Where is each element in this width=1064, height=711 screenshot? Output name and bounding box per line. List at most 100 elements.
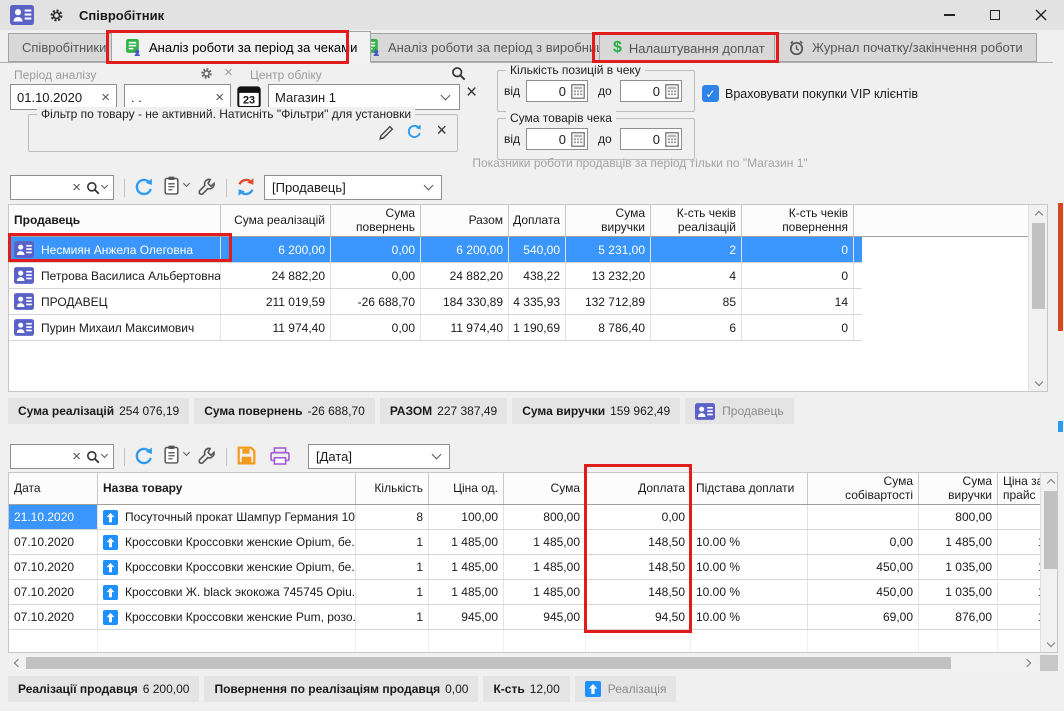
summary-badge: Сума реалізацій254 076,19 [8, 398, 189, 424]
seller-row[interactable]: Пурин Михаил Максимович 11 974,40 0,00 1… [9, 315, 862, 341]
date-from-clear-icon[interactable]: × [95, 90, 116, 105]
store-value: Магазин 1 [269, 90, 442, 105]
column-header[interactable]: Дата [9, 473, 98, 504]
scroll-up-button[interactable] [1041, 473, 1058, 489]
column-header[interactable]: К-сть чеків реалізацій [651, 205, 742, 236]
table-cell: 148,50 [586, 580, 691, 604]
sum-to-input[interactable]: 0 [620, 128, 682, 150]
minimize-button[interactable] [926, 0, 972, 30]
column-header[interactable]: Сума собівартості [808, 473, 919, 504]
column-header[interactable]: Доплата [509, 205, 566, 236]
vertical-scrollbar[interactable] [1040, 473, 1058, 652]
tab-analysis-production[interactable]: Аналіз роботи за період з виробництва [350, 33, 638, 62]
clipboard-button[interactable] [163, 445, 189, 464]
tab-work-journal[interactable]: Журнал початку/закінчення роботи [774, 33, 1037, 62]
person-icon [14, 293, 34, 310]
sum-from-input[interactable]: 0 [526, 128, 588, 150]
column-header[interactable]: Ціна за прайс [998, 473, 1041, 504]
calendar-icon: 23 [237, 85, 261, 109]
scroll-left-button[interactable] [8, 655, 24, 671]
gear-icon[interactable] [49, 8, 64, 23]
refresh-filter-button[interactable] [406, 123, 423, 143]
tab-label: Налаштування доплат [629, 41, 765, 56]
refresh-icon [134, 446, 154, 466]
details-group-by-select[interactable]: [Дата] [308, 444, 450, 469]
table-cell: 6 200,00 [221, 237, 331, 262]
print-button[interactable] [270, 447, 290, 465]
scroll-right-button[interactable] [1020, 655, 1036, 671]
sellers-summary-bar: Сума реалізацій254 076,19 Сума повернень… [8, 398, 794, 424]
search-icon[interactable] [86, 450, 100, 464]
close-button[interactable] [1018, 0, 1064, 30]
group-by-value: [Продавець] [265, 180, 425, 195]
column-header[interactable]: Сума [504, 473, 586, 504]
positions-group-title: Кількість позицій в чеку [506, 63, 645, 77]
refresh-grouping-button[interactable] [236, 177, 256, 197]
scroll-down-button[interactable] [1041, 636, 1058, 652]
search-input[interactable]: × [10, 175, 114, 200]
detail-row[interactable]: 21.10.2020 Посуточный прокат Шампур Герм… [9, 505, 1041, 530]
column-header[interactable]: Разом [421, 205, 509, 236]
column-header[interactable]: Ціна од. [429, 473, 504, 504]
detail-row[interactable]: 07.10.2020 Кроссовки Кроссовки женские P… [9, 605, 1041, 630]
detail-row[interactable]: 07.10.2020 Кроссовки Кроссовки женские O… [9, 530, 1041, 555]
refresh-button[interactable] [134, 446, 154, 466]
scrollbar-thumb[interactable] [1032, 223, 1045, 309]
clear-search-icon[interactable]: × [69, 180, 84, 195]
scroll-down-button[interactable] [1029, 375, 1048, 391]
horizontal-scrollbar[interactable] [8, 655, 1038, 671]
column-header[interactable]: Назва товару [98, 473, 356, 504]
search-icon[interactable] [451, 66, 466, 84]
vip-checkbox-label: Враховувати покупки VIP клієнтів [725, 87, 918, 101]
period-clear-icon[interactable]: × [224, 64, 233, 81]
tab-surcharge-settings[interactable]: $ Налаштування доплат [599, 34, 779, 62]
settings-wrench-button[interactable] [198, 178, 216, 196]
chevron-down-icon [432, 450, 442, 460]
sellers-group-by-select[interactable]: [Продавець] [264, 175, 442, 200]
column-header[interactable]: Продавець [9, 205, 221, 236]
vip-checkbox[interactable]: ✓ [702, 85, 719, 102]
maximize-button[interactable] [972, 0, 1018, 30]
column-header[interactable]: Сума виручки [566, 205, 651, 236]
column-header[interactable]: К-сть чеків повернення [742, 205, 854, 236]
positions-from-input[interactable]: 0 [526, 80, 588, 102]
column-header[interactable]: Сума реалізацій [221, 205, 331, 236]
tab-employees[interactable]: Співробітники [8, 33, 120, 62]
edit-filter-button[interactable] [378, 124, 395, 144]
scroll-up-button[interactable] [1029, 205, 1048, 221]
column-header[interactable]: Сума виручки [919, 473, 998, 504]
clear-search-icon[interactable]: × [69, 449, 84, 464]
positions-to-input[interactable]: 0 [620, 80, 682, 102]
tab-analysis-checks[interactable]: Аналіз роботи за період за чеками [111, 31, 371, 63]
calculator-icon [665, 132, 679, 147]
column-header[interactable]: Сума повернень [331, 205, 421, 236]
table-cell: 5 231,00 [566, 237, 651, 262]
calculator-icon [571, 132, 585, 147]
seller-row-selected[interactable]: Несмиян Анжела Олеговна 6 200,00 0,00 6 … [9, 237, 862, 263]
clipboard-button[interactable] [163, 176, 189, 195]
column-header[interactable]: Кількість [356, 473, 429, 504]
search-options-chevron-icon[interactable] [101, 451, 108, 458]
detail-row[interactable]: 07.10.2020 Кроссовки Ж. black экокожа 74… [9, 580, 1041, 605]
table-cell: 24 882,20 [221, 263, 331, 288]
settings-wrench-button[interactable] [198, 447, 216, 465]
seller-row[interactable]: ПРОДАВЕЦ 211 019,59 -26 688,70 184 330,8… [9, 289, 862, 315]
column-header[interactable]: Доплата [586, 473, 691, 504]
seller-row[interactable]: Петрова Василиса Альбертовна 24 882,20 0… [9, 263, 862, 289]
period-gear-icon[interactable] [200, 67, 213, 83]
search-icon[interactable] [86, 181, 100, 195]
save-button[interactable] [237, 446, 256, 465]
product-name: Посуточный прокат Шампур Германия 100... [125, 510, 356, 524]
search-options-chevron-icon[interactable] [101, 182, 108, 189]
refresh-button[interactable] [134, 177, 154, 197]
detail-row[interactable]: 07.10.2020 Кроссовки Кроссовки женские O… [9, 555, 1041, 580]
clear-filter-button[interactable]: × [436, 120, 447, 141]
store-clear-icon[interactable]: × [466, 82, 477, 104]
sum-from-value: 0 [527, 132, 569, 147]
vertical-scrollbar[interactable] [1028, 205, 1047, 391]
scrollbar-thumb[interactable] [26, 657, 951, 669]
search-input[interactable]: × [10, 444, 114, 469]
scrollbar-thumb[interactable] [1044, 491, 1057, 569]
date-to-clear-icon[interactable]: × [209, 90, 230, 105]
column-header[interactable]: Підстава доплати [691, 473, 808, 504]
